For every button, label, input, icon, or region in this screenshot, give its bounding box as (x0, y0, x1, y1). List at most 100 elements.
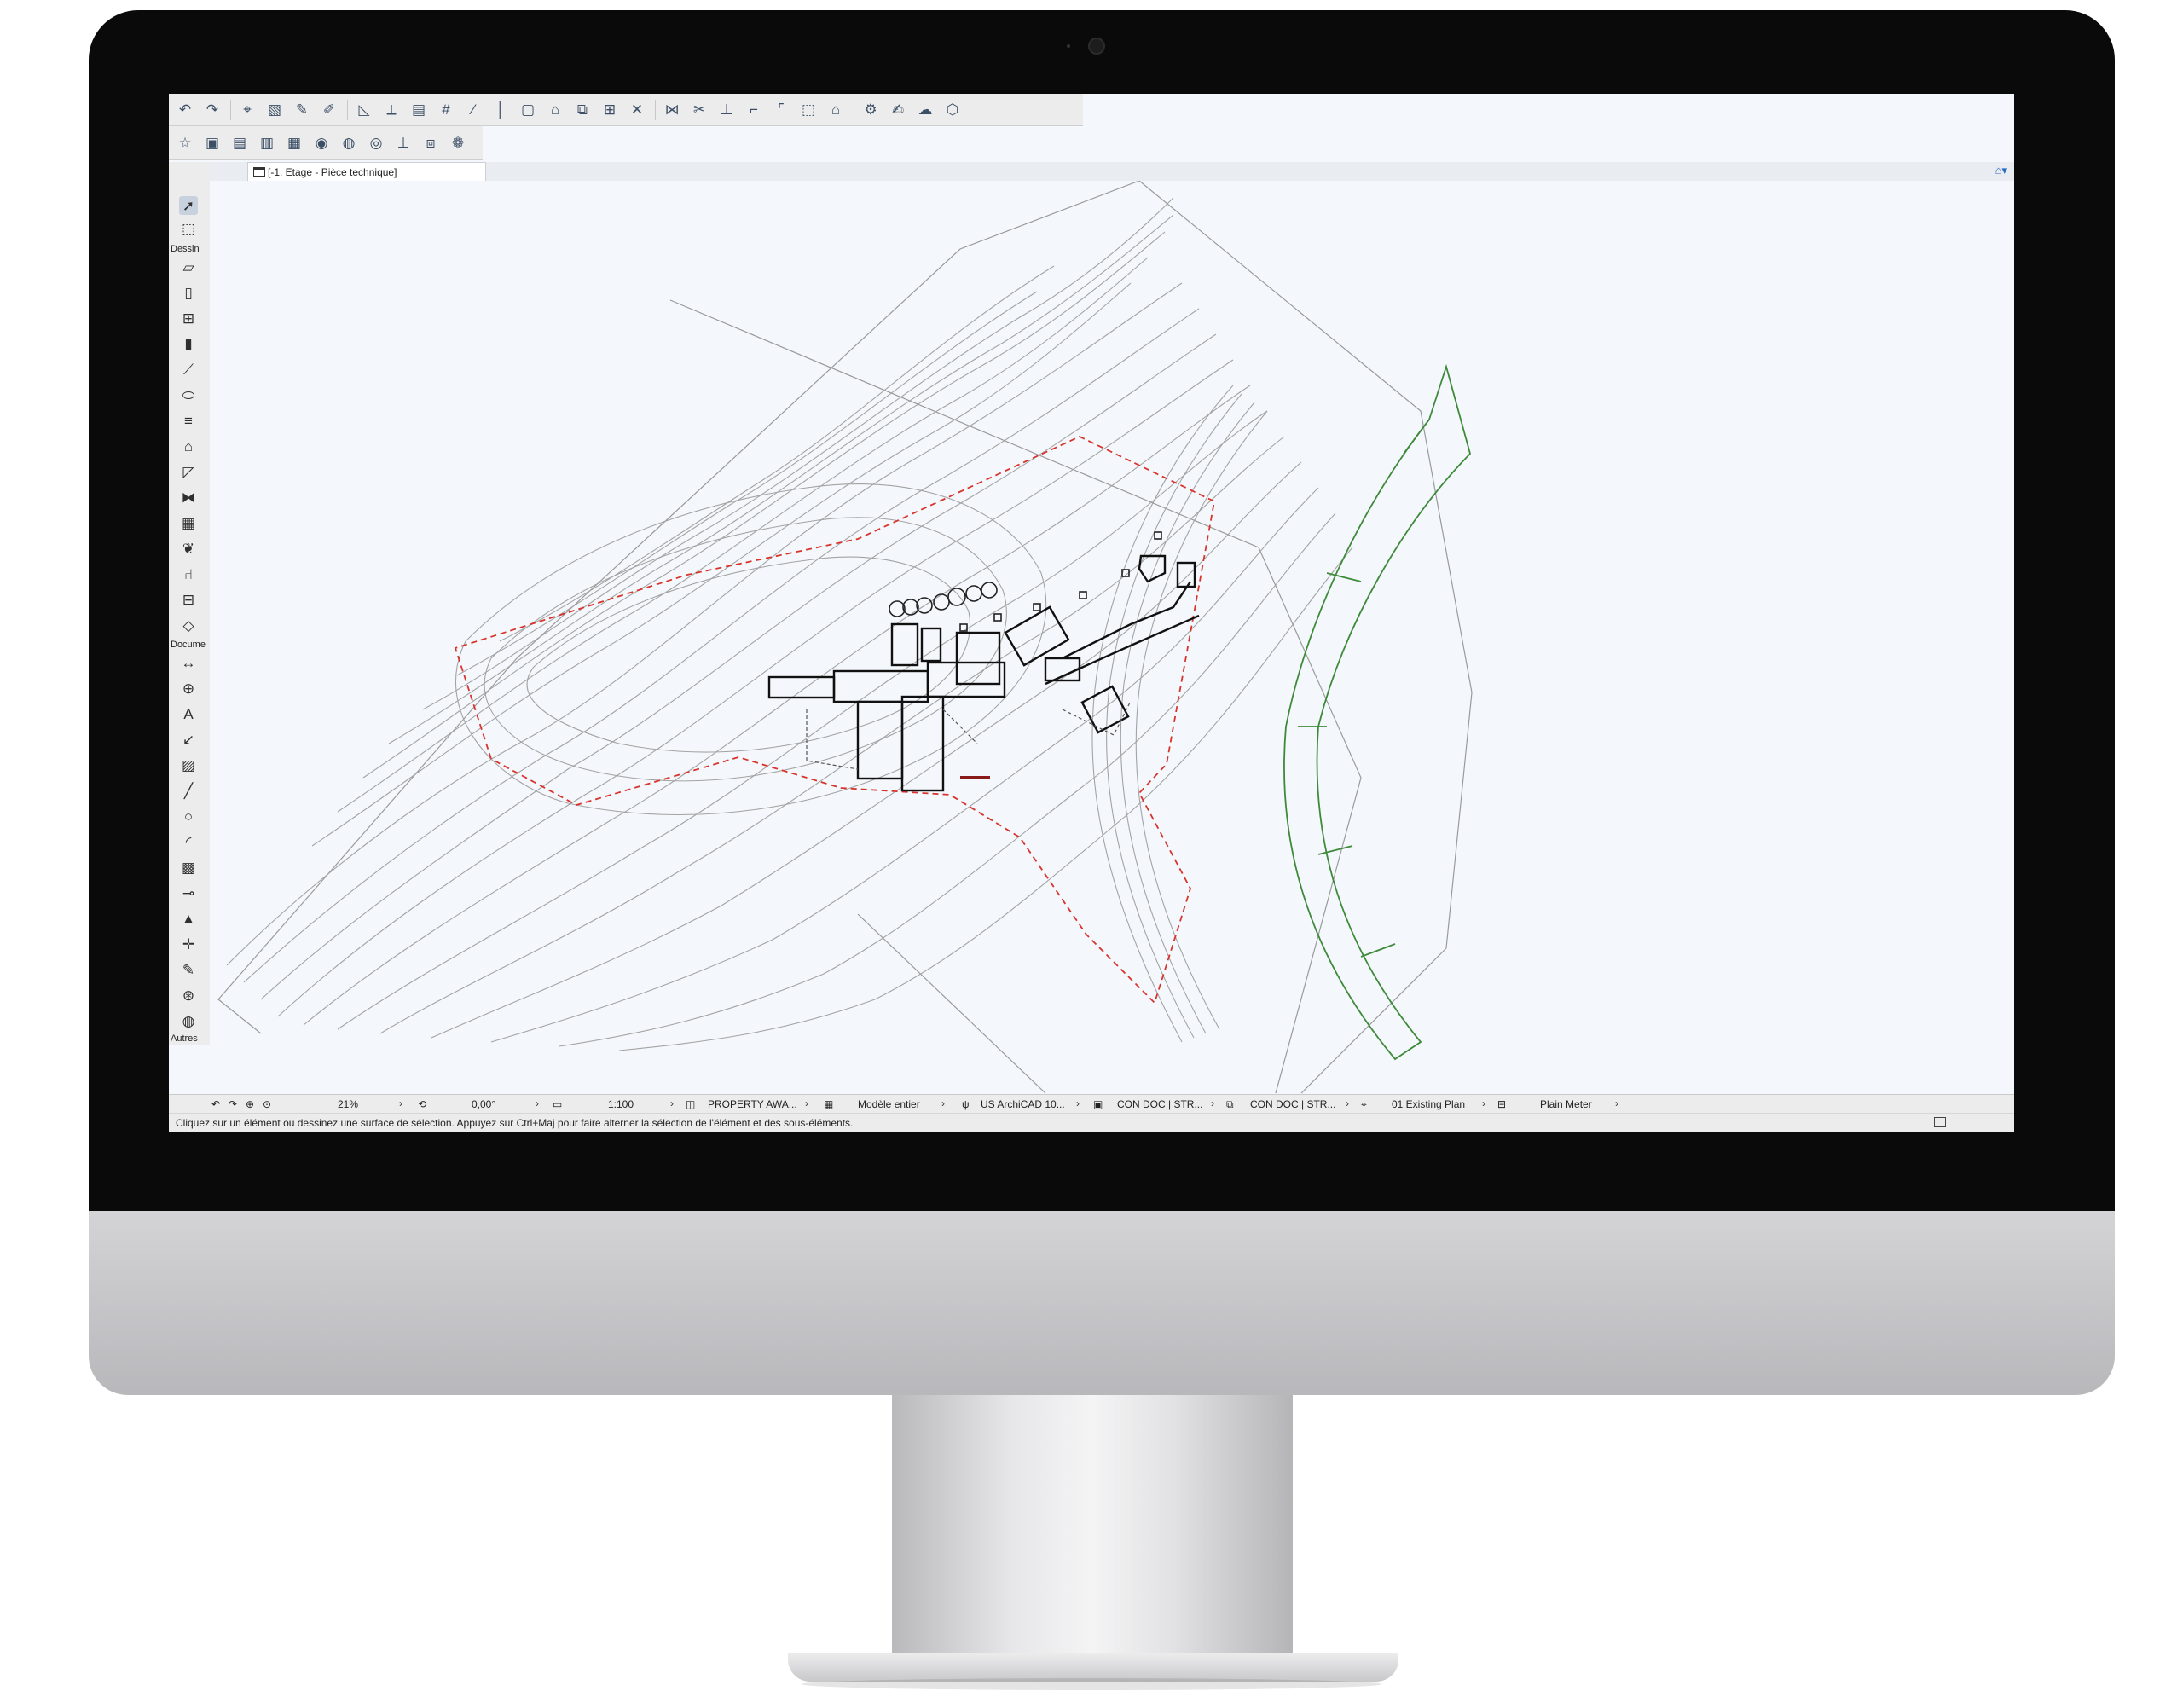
slab-icon[interactable]: ⬭ (179, 385, 198, 404)
section-icon[interactable]: ▤ (230, 134, 249, 153)
renovation-icon[interactable]: ⧉ (1226, 1098, 1234, 1111)
rotate-icon[interactable]: ⟲ (418, 1098, 426, 1110)
lock-icon[interactable]: ⌂ (546, 101, 565, 119)
favorites-icon[interactable]: ☆ (176, 134, 194, 153)
dimension-standard[interactable]: CON DOC | STR... (1117, 1098, 1202, 1110)
intersect-icon[interactable]: ⋈ (663, 101, 681, 119)
layout-book-icon[interactable]: ▦ (285, 134, 304, 153)
share-icon[interactable]: ⬡ (943, 101, 962, 119)
tab-floor-plan[interactable]: [-1. Etage - Pièce technique] (247, 162, 486, 181)
layout-icon[interactable]: ◺ (355, 101, 373, 119)
lamp-icon[interactable]: ⊟ (179, 590, 198, 609)
beam-icon[interactable]: ⟋ (179, 360, 198, 379)
chevron-right-icon[interactable]: › (805, 1097, 808, 1109)
angle-value[interactable]: 0,00° (472, 1098, 495, 1110)
marquee-icon[interactable]: ⬚ (179, 219, 198, 238)
model-view-option[interactable]: Modèle entier (858, 1098, 920, 1110)
pen-set-icon[interactable]: ψ (962, 1098, 970, 1110)
3d-window-icon[interactable]: ◍ (339, 134, 358, 153)
plan-icon[interactable]: ▣ (203, 134, 222, 153)
elevation-icon[interactable]: ▥ (258, 134, 276, 153)
resize-icon[interactable]: ⬚ (799, 101, 818, 119)
fillet-icon[interactable]: ⌜ (772, 101, 790, 119)
arc-icon[interactable]: ◜ (179, 832, 198, 851)
settings-icon[interactable]: ⚙ (861, 101, 880, 119)
plan-view[interactable]: 01 Existing Plan (1392, 1098, 1465, 1110)
object-icon[interactable]: ⑁ (179, 565, 198, 583)
worksheet-icon[interactable]: ⊛ (179, 986, 198, 1005)
level-dimension-icon[interactable]: ⊕ (179, 679, 198, 698)
figure-icon[interactable]: ▩ (179, 858, 198, 877)
chevron-right-icon[interactable]: › (941, 1097, 945, 1109)
chevron-right-icon[interactable]: › (399, 1097, 402, 1109)
zoom-value[interactable]: 21% (338, 1098, 358, 1110)
drawing-icon[interactable]: ✎ (179, 960, 198, 979)
trace-icon[interactable]: ▧ (265, 101, 284, 119)
snap-icon[interactable]: ⟂ (382, 101, 401, 119)
column-icon[interactable]: ▮ (179, 334, 198, 353)
wall-icon[interactable]: ▱ (179, 258, 198, 276)
eyedropper-icon[interactable]: ✎ (292, 101, 311, 119)
syringe-icon[interactable]: ✐ (320, 101, 339, 119)
dimension-icon[interactable]: ▣ (1093, 1098, 1103, 1110)
chevron-right-icon[interactable]: › (1076, 1097, 1080, 1109)
text-icon[interactable]: A (179, 704, 198, 723)
zoom-in-icon[interactable]: ⊕ (246, 1098, 254, 1110)
morph-icon[interactable]: ◇ (179, 616, 198, 634)
chevron-right-icon[interactable]: › (1346, 1097, 1349, 1109)
stair-icon[interactable]: ≡ (179, 411, 198, 430)
layers-icon[interactable]: ◫ (686, 1098, 695, 1110)
label-icon[interactable]: ↙ (179, 730, 198, 749)
window-icon[interactable]: ⊞ (179, 309, 198, 327)
group-icon[interactable]: ⧉ (573, 101, 592, 119)
pen-set[interactable]: US ArchiCAD 10... (981, 1098, 1065, 1110)
3d-document-icon[interactable]: ◎ (367, 134, 385, 153)
grid-icon[interactable]: # (437, 101, 455, 119)
redo-view-icon[interactable]: ↷ (229, 1098, 237, 1110)
model-view-icon[interactable]: ▦ (824, 1098, 833, 1110)
floor-plan-canvas[interactable] (210, 180, 2014, 1094)
mesh-icon[interactable]: ⧓ (179, 488, 198, 507)
view-icon[interactable]: ▤ (409, 101, 428, 119)
find-select-icon[interactable]: ⌖ (238, 101, 257, 119)
zone-icon[interactable]: ❦ (179, 539, 198, 558)
chevron-right-icon[interactable]: › (1615, 1097, 1618, 1109)
chevron-right-icon[interactable]: › (1211, 1097, 1214, 1109)
curtain-wall-icon[interactable]: ▦ (179, 513, 198, 532)
roof-icon[interactable]: ⌂ (179, 437, 198, 455)
line-icon[interactable]: ╱ (179, 781, 198, 800)
door-icon[interactable]: ▯ (179, 283, 198, 302)
navigator-icon[interactable]: ⌂▾ (1995, 164, 2007, 177)
dimension-icon[interactable]: ↔ (179, 653, 198, 672)
publisher-icon[interactable]: ⊥ (394, 134, 413, 153)
fill-icon[interactable]: ▨ (179, 756, 198, 774)
chevron-right-icon[interactable]: › (670, 1097, 674, 1109)
undo-view-icon[interactable]: ↶ (211, 1098, 220, 1110)
elevation-marker-icon[interactable]: ▲ (179, 909, 198, 928)
chevron-right-icon[interactable]: › (536, 1097, 539, 1109)
redo-icon[interactable]: ↷ (203, 101, 222, 119)
globe-icon[interactable]: ◉ (312, 134, 331, 153)
cloud-icon[interactable]: ☁ (916, 101, 935, 119)
scale-value[interactable]: 1:100 (608, 1098, 634, 1110)
circle-icon[interactable]: ○ (179, 807, 198, 825)
undo-icon[interactable]: ↶ (176, 101, 194, 119)
render-icon[interactable]: ❁ (449, 134, 467, 153)
arrow-icon[interactable]: ➚ (179, 196, 198, 215)
align-icon[interactable]: ⊞ (600, 101, 619, 119)
plan-view-icon[interactable]: ⌖ (1361, 1098, 1367, 1111)
window-restore-icon[interactable] (1934, 1117, 1946, 1127)
model-icon[interactable]: ⧈ (421, 134, 440, 153)
camera-tool-icon[interactable]: ◍ (179, 1011, 198, 1030)
units-icon[interactable]: ⊟ (1497, 1098, 1506, 1110)
guide-icon[interactable]: ⁄ (464, 101, 483, 119)
hotspot-icon[interactable]: ✛ (179, 935, 198, 953)
shell-icon[interactable]: ◸ (179, 462, 198, 481)
trim-icon[interactable]: ✂ (690, 101, 709, 119)
section-marker-icon[interactable]: ⊸ (179, 883, 198, 902)
offset-icon[interactable]: ⌐ (744, 101, 763, 119)
split-icon[interactable]: ⊥ (717, 101, 736, 119)
scale-icon[interactable]: ▭ (553, 1098, 562, 1110)
pencil-icon[interactable]: │ (491, 101, 510, 119)
window-icon[interactable]: ▢ (518, 101, 537, 119)
